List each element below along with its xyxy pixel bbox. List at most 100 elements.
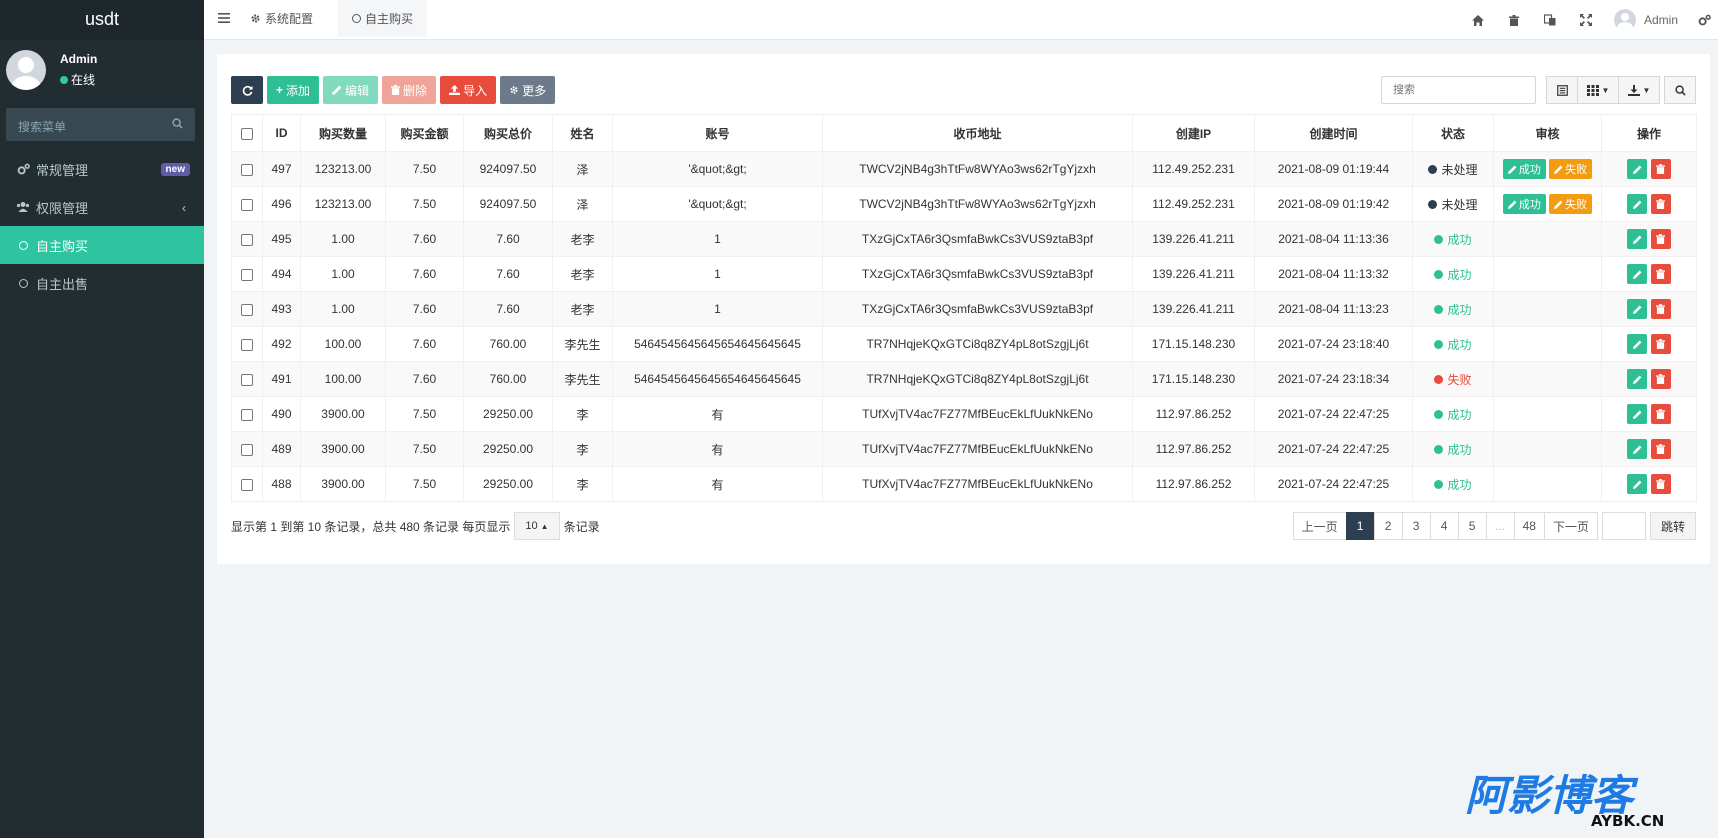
- page-button[interactable]: 3: [1401, 512, 1431, 540]
- user-menu[interactable]: Admin: [1604, 9, 1690, 31]
- table-row[interactable]: 493 1.00 7.60 7.60 老李 1 TXzGjCxTA6r3QsmfaBwkCs…: [231, 291, 1697, 327]
- table-search-input[interactable]: [1381, 76, 1536, 104]
- row-edit-button[interactable]: [1627, 299, 1648, 320]
- app-logo[interactable]: usdt: [0, 0, 204, 40]
- row-select-cell[interactable]: [231, 431, 263, 467]
- row-checkbox[interactable]: [241, 268, 253, 281]
- prev-page-button[interactable]: 上一页: [1292, 512, 1347, 540]
- column-header[interactable]: 收币地址: [822, 114, 1133, 152]
- table-row[interactable]: 491 100.00 7.60 760.00 李先生 546454564564565464…: [231, 361, 1697, 397]
- table-row[interactable]: 497 123213.00 7.50 924097.50 泽 '&quot;&gt; TWC…: [231, 151, 1697, 187]
- row-checkbox[interactable]: [241, 478, 253, 491]
- next-page-button[interactable]: 下一页: [1543, 512, 1598, 540]
- row-checkbox[interactable]: [241, 443, 253, 456]
- row-select-cell[interactable]: [231, 466, 263, 502]
- export-button[interactable]: ▼: [1618, 76, 1660, 104]
- select-all-cell[interactable]: [231, 114, 263, 152]
- row-select-cell[interactable]: [231, 186, 263, 222]
- row-checkbox[interactable]: [241, 408, 253, 421]
- sidebar-item-permissions[interactable]: 权限管理 ‹: [0, 188, 204, 226]
- row-select-cell[interactable]: [231, 221, 263, 257]
- row-checkbox[interactable]: [241, 198, 253, 211]
- column-header[interactable]: 账号: [612, 114, 823, 152]
- audit-success-button[interactable]: 成功: [1502, 159, 1546, 179]
- import-button[interactable]: 导入: [440, 76, 497, 104]
- menu-search-input[interactable]: 搜索菜单: [6, 108, 195, 141]
- column-header[interactable]: 购买数量: [300, 114, 386, 152]
- search-button[interactable]: [1664, 76, 1696, 104]
- audit-fail-button[interactable]: 失败: [1549, 159, 1593, 179]
- page-button[interactable]: 1: [1345, 512, 1375, 540]
- row-delete-button[interactable]: [1650, 333, 1671, 354]
- tab-system-config[interactable]: 系统配置: [236, 0, 327, 37]
- row-select-cell[interactable]: [231, 326, 263, 362]
- row-checkbox[interactable]: [241, 373, 253, 386]
- row-select-cell[interactable]: [231, 256, 263, 292]
- row-edit-button[interactable]: [1627, 194, 1648, 215]
- row-edit-button[interactable]: [1627, 334, 1648, 355]
- page-button[interactable]: 48: [1513, 512, 1545, 540]
- refresh-button[interactable]: [231, 76, 263, 104]
- column-header[interactable]: 购买金额: [385, 114, 464, 152]
- home-button[interactable]: [1460, 0, 1496, 40]
- column-header[interactable]: 创建IP: [1132, 114, 1255, 152]
- column-header[interactable]: 创建时间: [1254, 114, 1413, 152]
- table-row[interactable]: 489 3900.00 7.50 29250.00 李有 TUfXvjTV4ac7FZ77…: [231, 431, 1697, 467]
- select-all-checkbox[interactable]: [241, 127, 253, 140]
- row-edit-button[interactable]: [1627, 369, 1648, 390]
- row-delete-button[interactable]: [1650, 368, 1671, 389]
- edit-button[interactable]: 编辑: [323, 76, 379, 104]
- row-delete-button[interactable]: [1650, 263, 1671, 284]
- row-select-cell[interactable]: [231, 396, 263, 432]
- jump-button[interactable]: 跳转: [1649, 512, 1696, 540]
- delete-button[interactable]: 删除: [382, 76, 437, 104]
- column-header[interactable]: 姓名: [552, 114, 613, 152]
- page-button[interactable]: 5: [1457, 512, 1487, 540]
- column-header[interactable]: 购买总价: [463, 114, 553, 152]
- table-row[interactable]: 488 3900.00 7.50 29250.00 李有 TUfXvjTV4ac7FZ77…: [231, 466, 1697, 502]
- row-select-cell[interactable]: [231, 361, 263, 397]
- settings-button[interactable]: [1690, 0, 1718, 40]
- row-checkbox[interactable]: [241, 163, 253, 176]
- row-delete-button[interactable]: [1650, 298, 1671, 319]
- row-checkbox[interactable]: [241, 303, 253, 316]
- sidebar-item-general[interactable]: 常规管理 new: [0, 150, 204, 188]
- language-button[interactable]: [1532, 0, 1568, 40]
- page-size-dropdown[interactable]: 10 ▲: [514, 512, 560, 540]
- row-delete-button[interactable]: [1650, 193, 1671, 214]
- row-edit-button[interactable]: [1627, 159, 1648, 180]
- table-row[interactable]: 492 100.00 7.60 760.00 李先生 546454564564565464…: [231, 326, 1697, 362]
- column-header[interactable]: 状态: [1412, 114, 1494, 152]
- column-header[interactable]: ID: [262, 114, 301, 152]
- row-delete-button[interactable]: [1650, 473, 1671, 494]
- columns-button[interactable]: ▼: [1577, 76, 1619, 104]
- audit-success-button[interactable]: 成功: [1502, 194, 1546, 214]
- toggle-view-button[interactable]: [1546, 76, 1578, 104]
- row-select-cell[interactable]: [231, 151, 263, 187]
- row-edit-button[interactable]: [1627, 404, 1648, 425]
- table-row[interactable]: 495 1.00 7.60 7.60 老李 1 TXzGjCxTA6r3QsmfaBwkCs…: [231, 221, 1697, 257]
- table-row[interactable]: 496 123213.00 7.50 924097.50 泽 '&quot;&gt; TWC…: [231, 186, 1697, 222]
- table-row[interactable]: 490 3900.00 7.50 29250.00 李有 TUfXvjTV4ac7FZ77…: [231, 396, 1697, 432]
- sidebar-item-self-purchase[interactable]: 自主购买: [0, 226, 204, 264]
- page-button[interactable]: 2: [1373, 512, 1403, 540]
- row-edit-button[interactable]: [1627, 474, 1648, 495]
- table-row[interactable]: 494 1.00 7.60 7.60 老李 1 TXzGjCxTA6r3QsmfaBwkCs…: [231, 256, 1697, 292]
- audit-fail-button[interactable]: 失败: [1549, 194, 1593, 214]
- clear-cache-button[interactable]: [1496, 0, 1532, 40]
- add-button[interactable]: + 添加: [267, 76, 320, 104]
- more-button[interactable]: 更多: [500, 76, 556, 104]
- row-select-cell[interactable]: [231, 291, 263, 327]
- row-edit-button[interactable]: [1627, 439, 1648, 460]
- sidebar-item-self-sale[interactable]: 自主出售: [0, 264, 204, 302]
- row-checkbox[interactable]: [241, 338, 253, 351]
- fullscreen-button[interactable]: [1568, 0, 1604, 40]
- row-delete-button[interactable]: [1650, 438, 1671, 459]
- row-delete-button[interactable]: [1650, 403, 1671, 424]
- row-checkbox[interactable]: [241, 233, 253, 246]
- row-delete-button[interactable]: [1650, 228, 1671, 249]
- page-button[interactable]: 4: [1429, 512, 1459, 540]
- row-delete-button[interactable]: [1650, 158, 1671, 179]
- jump-page-input[interactable]: [1601, 512, 1646, 540]
- row-edit-button[interactable]: [1627, 229, 1648, 250]
